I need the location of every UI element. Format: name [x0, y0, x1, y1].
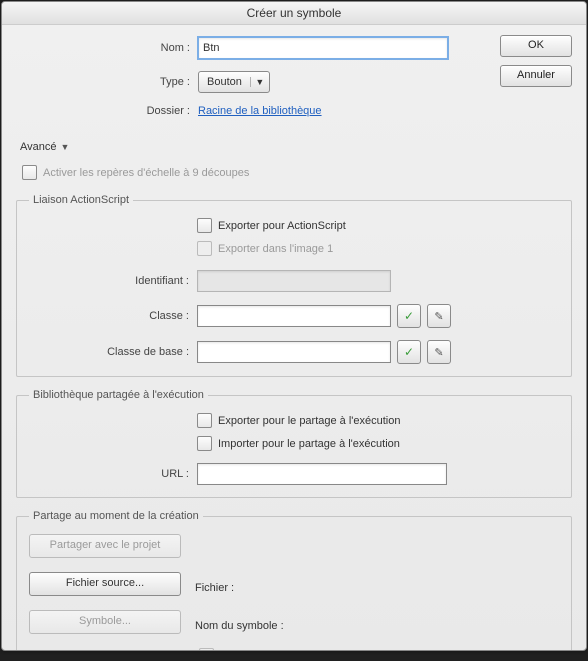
advanced-toggle[interactable]: Avancé ▼ — [20, 141, 69, 153]
runtime-shared-legend: Bibliothèque partagée à l'exécution — [29, 389, 208, 401]
update-auto-label: Mettre à jour automatiquement — [220, 650, 370, 652]
window-title: Créer un symbole — [2, 2, 586, 25]
identifier-input — [197, 270, 391, 292]
folder-label: Dossier : — [16, 105, 198, 117]
export-frame1-checkbox — [197, 241, 212, 256]
export-runtime-checkbox[interactable] — [197, 413, 212, 428]
url-input[interactable] — [197, 463, 447, 485]
export-frame1-label: Exporter dans l'image 1 — [218, 243, 333, 255]
export-runtime-label: Exporter pour le partage à l'exécution — [218, 415, 401, 427]
import-runtime-row: Importer pour le partage à l'exécution — [197, 436, 559, 451]
scale9-row: Activer les repères d'échelle à 9 découp… — [22, 165, 572, 180]
share-project-button: Partager avec le projet — [29, 534, 181, 558]
name-row: Nom : — [16, 37, 572, 59]
symbol-row: Symbole... Nom du symbole : — [29, 610, 559, 642]
export-actionscript-checkbox[interactable] — [197, 218, 212, 233]
folder-link[interactable]: Racine de la bibliothèque — [198, 105, 322, 117]
class-input[interactable] — [197, 305, 391, 327]
type-label: Type : — [16, 76, 198, 88]
baseclass-row: Classe de base : ✓ ✎ — [29, 340, 559, 364]
url-label: URL : — [29, 468, 197, 480]
chevron-down-icon: ▼ — [250, 77, 269, 87]
class-row: Classe : ✓ ✎ — [29, 304, 559, 328]
pencil-icon: ✎ — [434, 310, 443, 323]
advanced-label: Avancé — [20, 141, 57, 153]
chevron-down-icon: ▼ — [61, 142, 70, 152]
export-frame1-row: Exporter dans l'image 1 — [197, 241, 559, 256]
source-file-button[interactable]: Fichier source... — [29, 572, 181, 596]
baseclass-input[interactable] — [197, 341, 391, 363]
class-validate-button[interactable]: ✓ — [397, 304, 421, 328]
url-row: URL : — [29, 463, 559, 485]
export-runtime-row: Exporter pour le partage à l'exécution — [197, 413, 559, 428]
identifier-row: Identifiant : — [29, 270, 559, 292]
import-runtime-label: Importer pour le partage à l'exécution — [218, 438, 400, 450]
source-file-row: Fichier source... Fichier : — [29, 572, 559, 604]
export-actionscript-row: Exporter pour ActionScript — [197, 218, 559, 233]
class-edit-button[interactable]: ✎ — [427, 304, 451, 328]
check-icon: ✓ — [404, 309, 414, 323]
folder-row: Dossier : Racine de la bibliothèque — [16, 105, 572, 117]
cancel-button[interactable]: Annuler — [500, 65, 572, 87]
baseclass-label: Classe de base : — [29, 346, 197, 358]
export-actionscript-label: Exporter pour ActionScript — [218, 220, 346, 232]
type-select[interactable]: Bouton ▼ — [198, 71, 270, 93]
actionscript-linkage-legend: Liaison ActionScript — [29, 194, 133, 206]
symbol-button: Symbole... — [29, 610, 181, 634]
symbol-name-label: Nom du symbole : — [195, 620, 284, 632]
baseclass-validate-button[interactable]: ✓ — [397, 340, 421, 364]
authoring-sharing-legend: Partage au moment de la création — [29, 510, 203, 522]
type-row: Type : Bouton ▼ — [16, 71, 572, 93]
scale9-checkbox[interactable] — [22, 165, 37, 180]
type-select-value: Bouton — [199, 76, 250, 88]
name-label: Nom : — [16, 42, 198, 54]
ok-button[interactable]: OK — [500, 35, 572, 57]
check-icon: ✓ — [404, 345, 414, 359]
runtime-shared-group: Bibliothèque partagée à l'exécution Expo… — [16, 389, 572, 498]
baseclass-edit-button[interactable]: ✎ — [427, 340, 451, 364]
name-input[interactable] — [198, 37, 448, 59]
authoring-sharing-group: Partage au moment de la création Partage… — [16, 510, 572, 651]
dialog-content: OK Annuler Nom : Type : Bouton ▼ Dossier… — [2, 25, 586, 651]
create-symbol-dialog: Créer un symbole OK Annuler Nom : Type :… — [1, 1, 587, 651]
dialog-action-buttons: OK Annuler — [500, 35, 572, 87]
actionscript-linkage-group: Liaison ActionScript Exporter pour Actio… — [16, 194, 572, 377]
import-runtime-checkbox[interactable] — [197, 436, 212, 451]
pencil-icon: ✎ — [434, 346, 443, 359]
share-project-row: Partager avec le projet — [29, 534, 559, 566]
scale9-label: Activer les repères d'échelle à 9 découp… — [43, 167, 249, 179]
file-label: Fichier : — [195, 582, 234, 594]
update-auto-checkbox — [199, 648, 214, 651]
identifier-label: Identifiant : — [29, 275, 197, 287]
update-auto-row: Mettre à jour automatiquement — [199, 648, 559, 651]
class-label: Classe : — [29, 310, 197, 322]
